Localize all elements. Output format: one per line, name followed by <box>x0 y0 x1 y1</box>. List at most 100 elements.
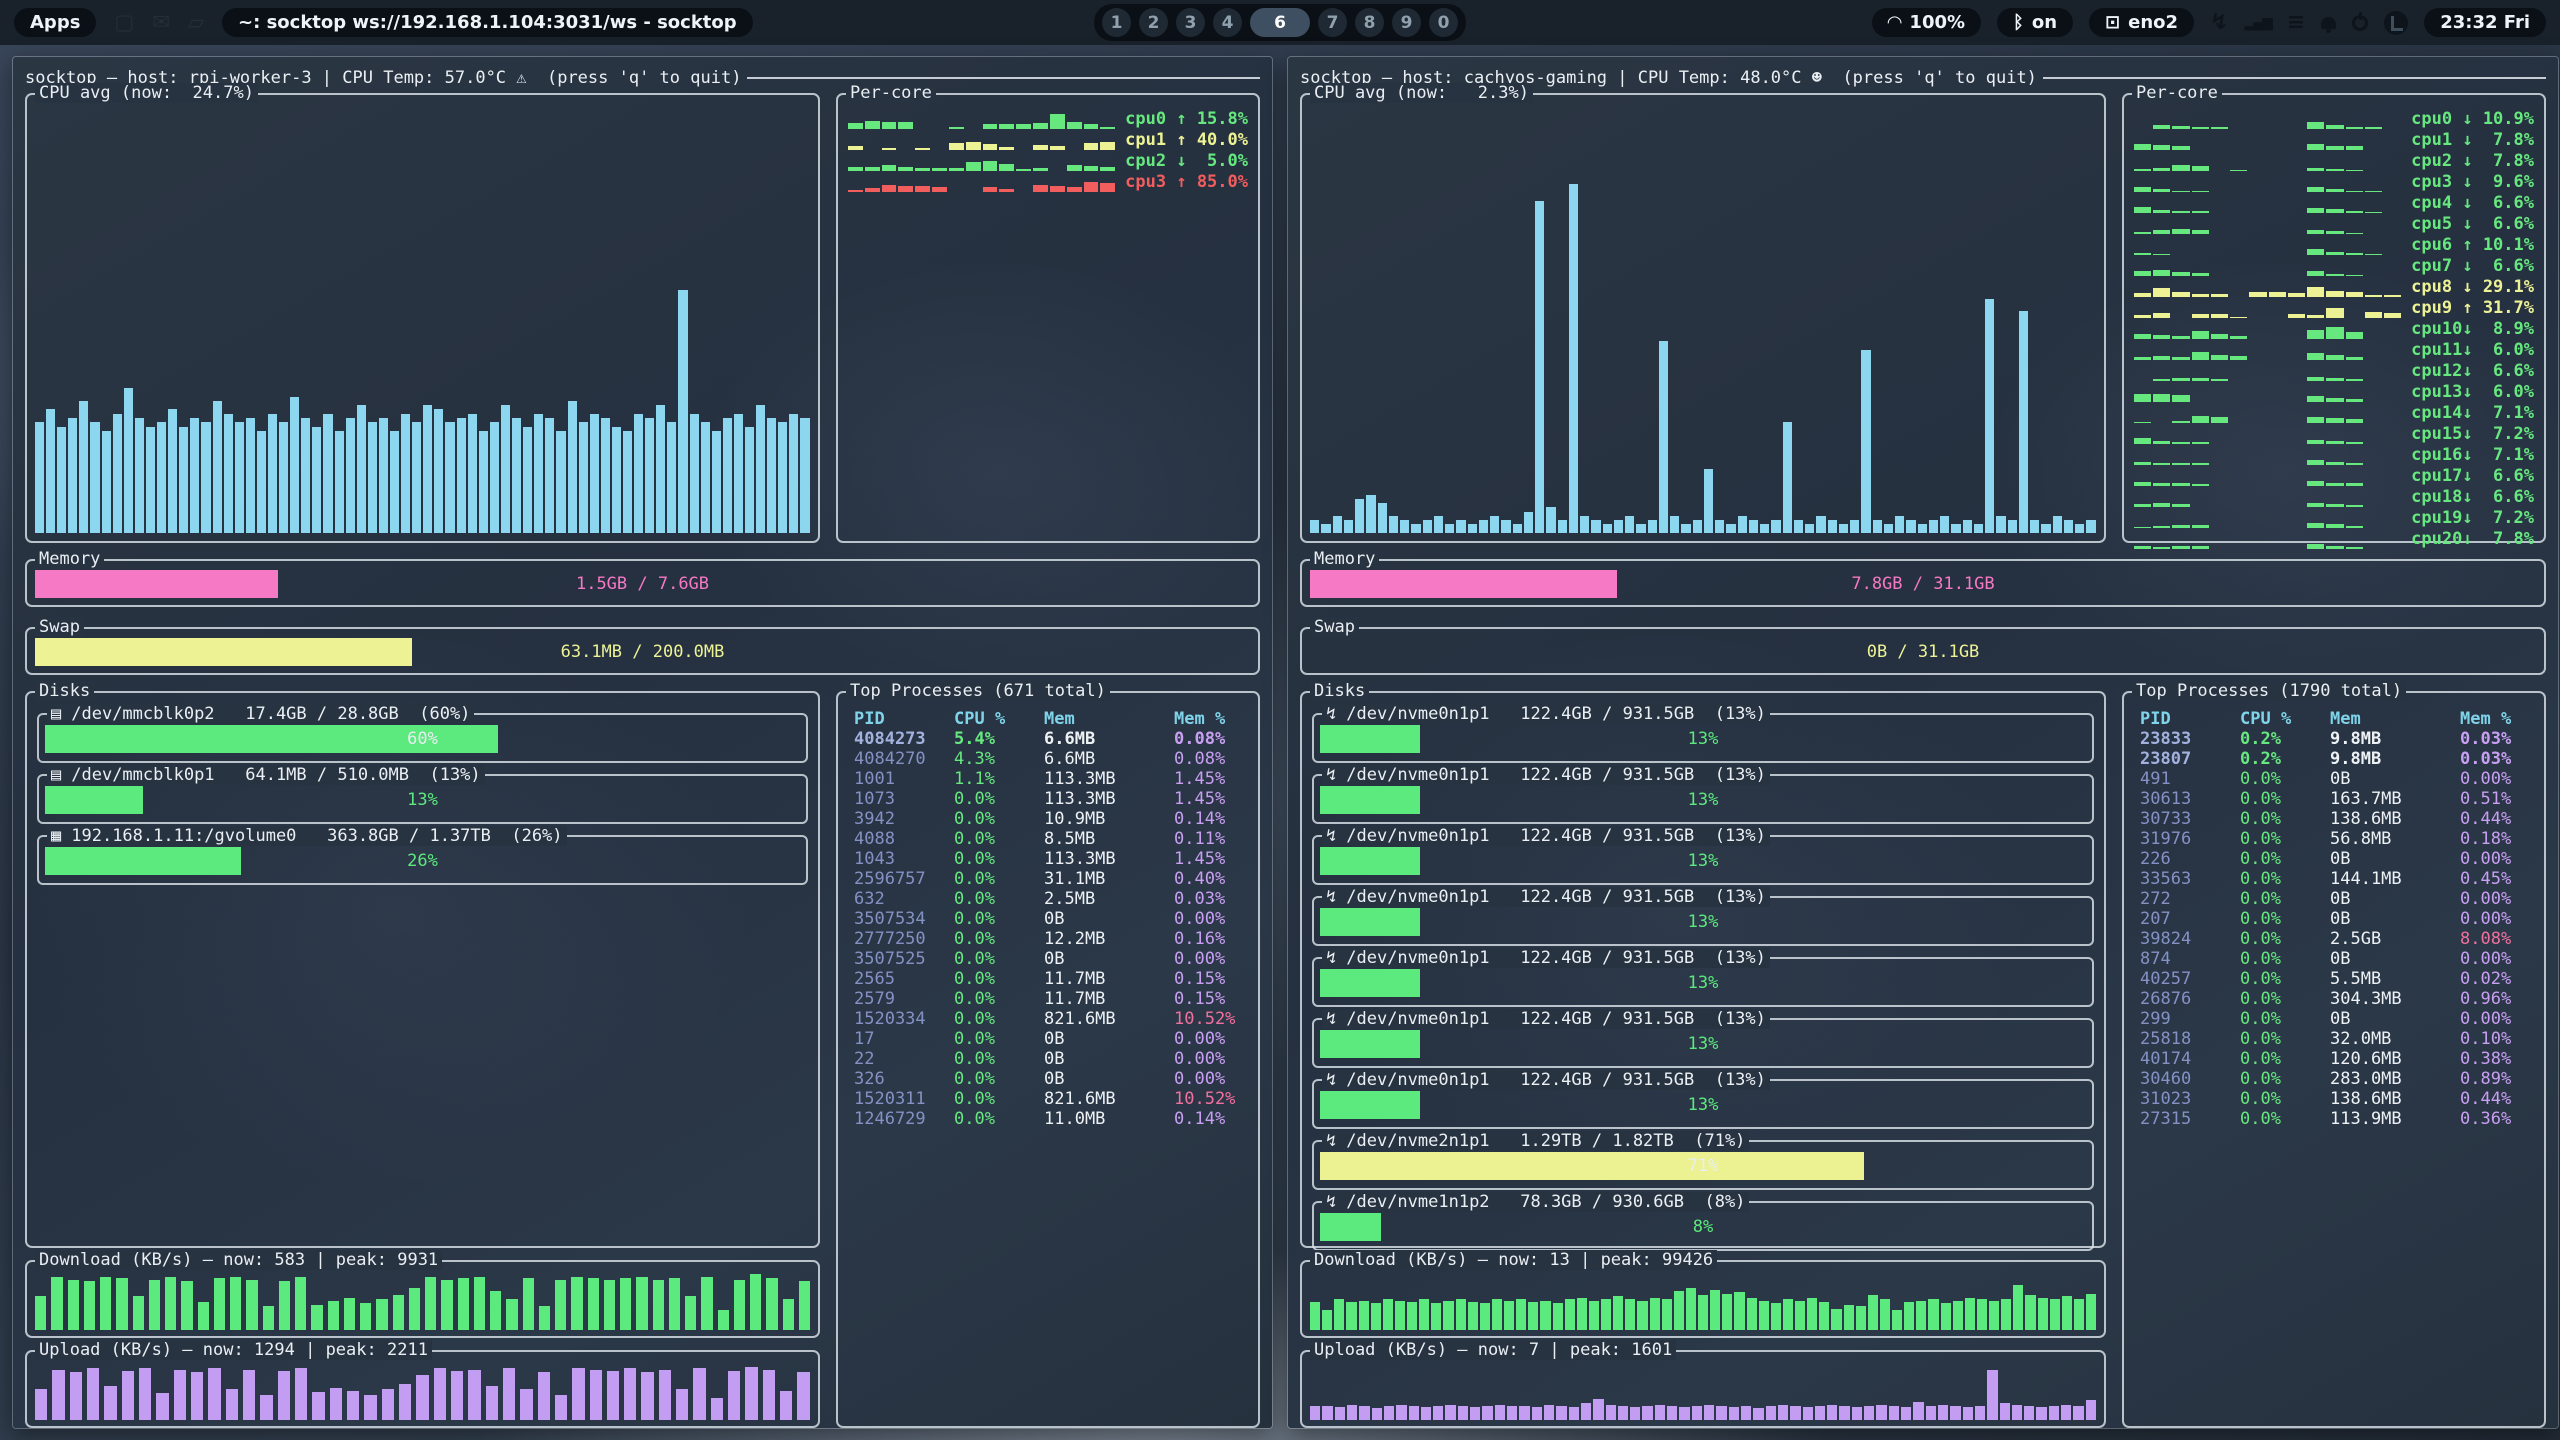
core-spark-bar <box>2134 207 2151 213</box>
process-mem: 10.9MB <box>1044 809 1174 829</box>
core-row: cpu15↓ 7.2% <box>2134 424 2534 444</box>
upload-bar <box>745 1367 757 1420</box>
process-cpu: 0.0% <box>954 1009 1044 1029</box>
process-mem-percent: 0.00% <box>1174 909 1242 929</box>
cpu-history-bar <box>201 422 210 533</box>
workspace-button[interactable]: 3 <box>1176 8 1205 37</box>
core-spark-bar <box>2153 145 2170 150</box>
workspace-button[interactable]: 8 <box>1355 8 1384 37</box>
process-row: 25818 0.0% 32.0MB 0.10% <box>2130 1029 2538 1049</box>
process-cpu: 0.0% <box>954 1029 1044 1049</box>
process-cpu: 0.0% <box>954 1109 1044 1129</box>
cpu-history-bar <box>190 418 199 533</box>
cpu-history-bar <box>312 427 321 534</box>
upload-bar <box>1815 1406 1825 1420</box>
workspace-button[interactable]: 1 <box>1102 8 1131 37</box>
process-cpu: 0.0% <box>954 909 1044 929</box>
process-row: 23833 0.2% 9.8MB 0.03% <box>2130 729 2538 749</box>
process-pid: 22 <box>854 1049 954 1069</box>
power-icon[interactable] <box>2352 15 2368 31</box>
workspace-button[interactable]: 7 <box>1318 8 1347 37</box>
process-rows: 4084273 5.4% 6.6MB 0.08% 4084270 4.3% <box>844 729 1252 1129</box>
process-mem: 0B <box>1044 1069 1174 1089</box>
process-cpu: 0.0% <box>2240 969 2330 989</box>
cpu-history-bar <box>1850 520 1859 533</box>
core-spark-bar <box>2307 249 2324 255</box>
workspace-button[interactable]: 4 <box>1213 8 1242 37</box>
disk-info: /dev/mmcblk0p1 64.1MB / 510.0MB (13%) <box>71 765 480 785</box>
core-spark-bar <box>2134 394 2151 402</box>
process-cpu: 0.0% <box>2240 889 2330 909</box>
process-mem: 821.6MB <box>1044 1089 1174 1109</box>
upload-bar <box>1938 1405 1948 1420</box>
core-sparkline <box>2134 196 2401 213</box>
upload-bar <box>572 1368 584 1420</box>
workspace-button[interactable]: 6 <box>1250 8 1310 37</box>
window-icon[interactable]: ▢ <box>114 12 134 33</box>
terminal-window[interactable]: socktop — host: cachyos-gaming | CPU Tem… <box>1288 57 2558 1428</box>
core-row: cpu3 ↑ 85.0% <box>848 172 1248 192</box>
app-logo-icon[interactable] <box>2384 11 2408 35</box>
cpu-history-bar <box>2075 524 2084 533</box>
download-bar <box>1698 1295 1708 1330</box>
process-mem-percent: 0.15% <box>1174 969 1242 989</box>
clock[interactable]: 23:32 Fri <box>2424 8 2546 37</box>
window-title[interactable]: ~: socktop ws://192.168.1.104:3031/ws - … <box>222 8 753 37</box>
bell-icon[interactable] <box>2321 17 2336 29</box>
upload-bar <box>1766 1406 1776 1420</box>
cpu-history-bar <box>1569 184 1578 533</box>
download-bar <box>198 1302 209 1330</box>
cpu-history-bar <box>1490 516 1499 533</box>
upload-bar <box>624 1368 636 1420</box>
process-row: 2565 0.0% 11.7MB 0.15% <box>844 969 1252 989</box>
process-pid: 1520311 <box>854 1089 954 1109</box>
cpu-history-bar <box>323 414 332 533</box>
workspace-button[interactable]: 0 <box>1429 8 1458 37</box>
core-row: cpu1 ↓ 7.8% <box>2134 130 2534 150</box>
process-pid: 1246729 <box>854 1109 954 1129</box>
ethernet-icon: ⊡ <box>2105 12 2120 33</box>
upload-bar <box>2000 1403 2010 1420</box>
core-spark-bar <box>2192 273 2209 276</box>
workspace-button[interactable]: 2 <box>1139 8 1168 37</box>
core-spark-bar <box>2346 292 2363 297</box>
bluetooth-indicator[interactable]: ᛒ on <box>1997 8 2073 37</box>
process-mem-percent: 0.00% <box>1174 1049 1242 1069</box>
cpu-history-bar <box>2064 520 2073 533</box>
volume-indicator[interactable]: ◠ 100% <box>1872 8 1981 37</box>
workspace-button[interactable]: 9 <box>1392 8 1421 37</box>
download-bar <box>230 1277 241 1330</box>
core-sparkline <box>2134 490 2401 507</box>
core-label: cpu9 ↑ 31.7% <box>2411 298 2534 318</box>
equalizer-icon[interactable]: ▂▄▆ <box>2244 16 2270 30</box>
download-bar <box>653 1280 664 1330</box>
folder-icon[interactable]: ▱ <box>188 12 204 33</box>
swap-value: 0B / 31.1GB <box>1310 638 2536 666</box>
terminal-window[interactable]: socktop — host: rpi-worker-3 | CPU Temp:… <box>13 57 1272 1428</box>
core-spark-bar <box>2172 546 2189 549</box>
upload-bar <box>1704 1405 1714 1420</box>
layers-icon[interactable]: ≡ <box>2287 12 2305 34</box>
disk-list: ▤/dev/mmcblk0p2 17.4GB / 28.8GB (60%) 60… <box>37 713 808 1238</box>
process-pid: 299 <box>2140 1009 2240 1029</box>
disk-info: /dev/nvme0n1p1 122.4GB / 931.5GB (13%) <box>1346 1009 1766 1029</box>
cpu-history-bar <box>1906 520 1915 533</box>
core-spark-bar <box>2134 357 2151 360</box>
mail-icon[interactable]: ✉ <box>152 12 170 33</box>
process-pid: 1001 <box>854 769 954 789</box>
download-bar <box>734 1280 745 1330</box>
upload-bar <box>1741 1406 1751 1420</box>
cpu-history-bar <box>523 427 532 534</box>
process-row: 207 0.0% 0B 0.00% <box>2130 909 2538 929</box>
core-spark-bar <box>2192 331 2209 339</box>
process-pid: 4088 <box>854 829 954 849</box>
apps-button[interactable]: Apps <box>14 8 96 37</box>
process-cpu: 0.0% <box>2240 989 2330 1009</box>
cpu-history-bar <box>423 405 432 533</box>
power-profile-icon[interactable]: ↯ <box>2210 12 2228 34</box>
core-spark-bar <box>2307 417 2324 423</box>
desktop: socktop — host: rpi-worker-3 | CPU Temp:… <box>0 45 2560 1440</box>
col-mem: Mem <box>2330 709 2460 729</box>
network-indicator[interactable]: ⊡ eno2 <box>2089 8 2194 37</box>
disk-label: ▤/dev/mmcblk0p2 17.4GB / 28.8GB (60%) <box>47 704 474 724</box>
